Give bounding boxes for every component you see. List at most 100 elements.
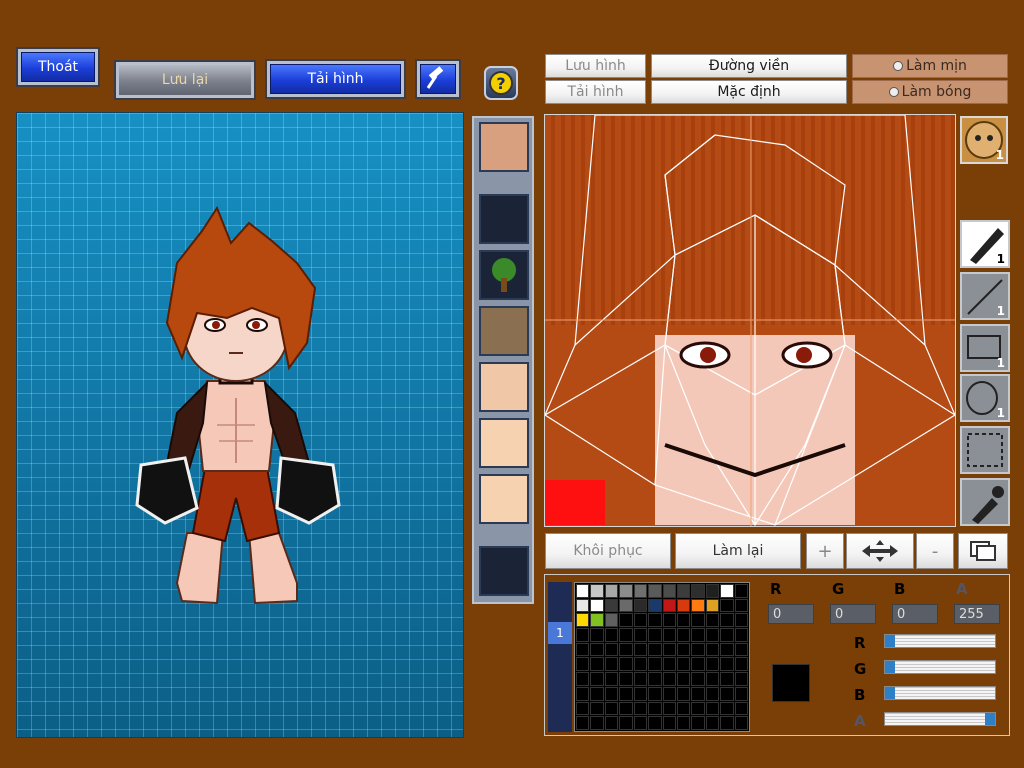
palette-swatch[interactable] bbox=[648, 657, 662, 672]
palette-swatch[interactable] bbox=[691, 686, 705, 701]
palette-swatch[interactable] bbox=[676, 716, 691, 730]
palette-swatch[interactable] bbox=[720, 628, 734, 642]
palette-swatch[interactable] bbox=[662, 686, 676, 701]
palette-swatch[interactable] bbox=[720, 686, 734, 701]
palette-swatch[interactable] bbox=[590, 672, 604, 686]
palette-swatch[interactable] bbox=[734, 686, 748, 701]
palette-swatch[interactable] bbox=[734, 628, 748, 642]
palette-swatch[interactable] bbox=[576, 613, 590, 628]
palette-swatch[interactable] bbox=[633, 701, 648, 716]
palette-swatch[interactable] bbox=[691, 628, 705, 642]
zoom-out-button[interactable]: - bbox=[916, 533, 954, 569]
smooth-option[interactable]: Làm mịn bbox=[852, 54, 1008, 78]
palette-swatch[interactable] bbox=[619, 613, 633, 628]
palette-swatch[interactable] bbox=[720, 584, 734, 598]
palette-swatch[interactable] bbox=[590, 657, 604, 672]
palette-swatch[interactable] bbox=[590, 628, 604, 642]
palette-swatch[interactable] bbox=[590, 716, 604, 730]
palette-swatch[interactable] bbox=[691, 657, 705, 672]
palette-swatch[interactable] bbox=[720, 598, 734, 613]
palette-swatch[interactable] bbox=[662, 716, 676, 730]
palette-swatch[interactable] bbox=[648, 701, 662, 716]
palette-swatch[interactable] bbox=[705, 584, 720, 598]
palette-swatch[interactable] bbox=[705, 701, 720, 716]
line-tool[interactable]: 1 bbox=[960, 272, 1010, 320]
color-palette-grid[interactable] bbox=[574, 582, 750, 732]
palette-swatch[interactable] bbox=[676, 672, 691, 686]
palette-swatch[interactable] bbox=[619, 584, 633, 598]
palette-swatch[interactable] bbox=[633, 584, 648, 598]
move-button[interactable] bbox=[846, 533, 914, 569]
palette-swatch[interactable] bbox=[662, 657, 676, 672]
palette-swatch[interactable] bbox=[676, 584, 691, 598]
palette-swatch[interactable] bbox=[619, 716, 633, 730]
palette-swatch[interactable] bbox=[633, 598, 648, 613]
current-color-swatch[interactable] bbox=[772, 664, 810, 702]
exit-button[interactable]: Thoát bbox=[16, 47, 100, 87]
empty-slot-thumb-2[interactable] bbox=[479, 546, 529, 596]
hammer-button[interactable] bbox=[415, 59, 461, 99]
empty-slot-thumb[interactable] bbox=[479, 194, 529, 244]
face-thumb-1[interactable] bbox=[479, 362, 529, 412]
palette-swatch[interactable] bbox=[604, 584, 619, 598]
palette-swatch[interactable] bbox=[619, 598, 633, 613]
palette-swatch[interactable] bbox=[604, 672, 619, 686]
help-button[interactable]: ? bbox=[484, 66, 518, 100]
palette-swatch[interactable] bbox=[648, 642, 662, 657]
palette-swatch[interactable] bbox=[734, 701, 748, 716]
palette-swatch[interactable] bbox=[676, 598, 691, 613]
palette-swatch[interactable] bbox=[648, 598, 662, 613]
palette-swatch[interactable] bbox=[705, 686, 720, 701]
palette-swatch[interactable] bbox=[648, 686, 662, 701]
palette-swatch[interactable] bbox=[619, 672, 633, 686]
ellipse-tool[interactable]: 1 bbox=[960, 374, 1010, 422]
palette-swatch[interactable] bbox=[705, 598, 720, 613]
shade-radio[interactable] bbox=[888, 87, 899, 97]
smooth-radio[interactable] bbox=[893, 61, 904, 71]
palette-swatch[interactable] bbox=[691, 716, 705, 730]
palette-swatch[interactable] bbox=[734, 642, 748, 657]
palette-swatch[interactable] bbox=[604, 598, 619, 613]
palette-swatch[interactable] bbox=[662, 584, 676, 598]
save-button[interactable]: Lưu lại bbox=[114, 60, 256, 100]
palette-swatch[interactable] bbox=[648, 716, 662, 730]
shade-option[interactable]: Làm bóng bbox=[852, 80, 1008, 104]
palette-swatch[interactable] bbox=[604, 613, 619, 628]
palette-swatch[interactable] bbox=[648, 584, 662, 598]
save-image-button[interactable]: Lưu hình bbox=[545, 54, 646, 78]
palette-swatch[interactable] bbox=[705, 628, 720, 642]
palette-swatch[interactable] bbox=[705, 657, 720, 672]
palette-swatch[interactable] bbox=[576, 657, 590, 672]
palette-swatch[interactable] bbox=[720, 701, 734, 716]
palette-swatch[interactable] bbox=[604, 716, 619, 730]
palette-swatch[interactable] bbox=[676, 657, 691, 672]
palette-swatch[interactable] bbox=[576, 701, 590, 716]
pen-tool[interactable]: 1 bbox=[960, 220, 1010, 268]
palette-swatch[interactable] bbox=[590, 584, 604, 598]
eyedropper-tool[interactable] bbox=[960, 478, 1010, 526]
redo-button[interactable]: Làm lại bbox=[675, 533, 801, 569]
palette-swatch[interactable] bbox=[576, 716, 590, 730]
palette-swatch[interactable] bbox=[662, 642, 676, 657]
palette-swatch[interactable] bbox=[734, 657, 748, 672]
palette-swatch[interactable] bbox=[662, 598, 676, 613]
b-slider[interactable] bbox=[884, 686, 996, 700]
palette-swatch[interactable] bbox=[619, 701, 633, 716]
palette-swatch[interactable] bbox=[734, 584, 748, 598]
palette-swatch[interactable] bbox=[590, 598, 604, 613]
palette-swatch[interactable] bbox=[648, 613, 662, 628]
palette-swatch[interactable] bbox=[734, 716, 748, 730]
palette-swatch[interactable] bbox=[619, 628, 633, 642]
palette-swatch[interactable] bbox=[676, 642, 691, 657]
pixel-editor-canvas[interactable] bbox=[544, 114, 956, 527]
palette-tab-1[interactable]: 1 bbox=[548, 622, 572, 644]
palette-swatch[interactable] bbox=[676, 613, 691, 628]
palette-swatch[interactable] bbox=[619, 686, 633, 701]
load-button[interactable]: Tải hình bbox=[265, 59, 406, 99]
palette-swatch[interactable] bbox=[720, 642, 734, 657]
palette-swatch[interactable] bbox=[676, 628, 691, 642]
palette-swatch[interactable] bbox=[590, 701, 604, 716]
palette-swatch[interactable] bbox=[633, 672, 648, 686]
face-preset-thumb[interactable] bbox=[479, 122, 529, 172]
palette-swatch[interactable] bbox=[633, 716, 648, 730]
